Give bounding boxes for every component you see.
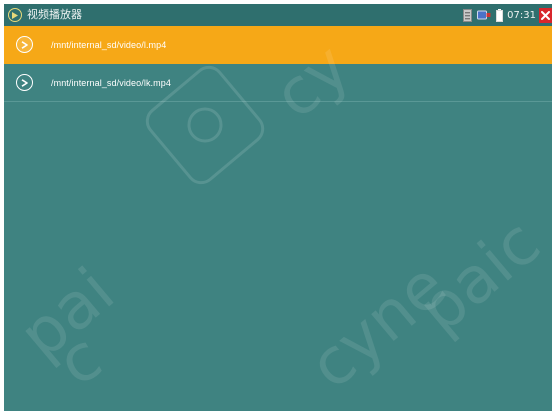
play-circle-icon [16, 74, 33, 91]
app-title: 视频播放器 [27, 8, 82, 21]
file-path: /mnt/internal_sd/video/lk.mp4 [51, 77, 171, 88]
list-item[interactable]: /mnt/internal_sd/video/l.mp4 [4, 26, 552, 64]
usb-icon [477, 10, 491, 20]
clock: 07:31 [507, 9, 536, 21]
sd-card-icon [463, 8, 473, 22]
device-screen: 视频播放器 07:31 /mnt/internal_sd/video/l.mp4… [4, 4, 552, 411]
status-bar: 视频播放器 07:31 [4, 4, 552, 26]
list-item[interactable]: /mnt/internal_sd/video/lk.mp4 [4, 64, 552, 102]
file-list: /mnt/internal_sd/video/l.mp4 /mnt/intern… [4, 26, 552, 102]
status-icons: 07:31 [458, 4, 552, 26]
battery-icon [496, 8, 504, 22]
file-path: /mnt/internal_sd/video/l.mp4 [51, 39, 167, 50]
close-icon[interactable] [539, 7, 552, 23]
play-circle-icon [16, 36, 33, 53]
video-player-icon [8, 8, 22, 22]
